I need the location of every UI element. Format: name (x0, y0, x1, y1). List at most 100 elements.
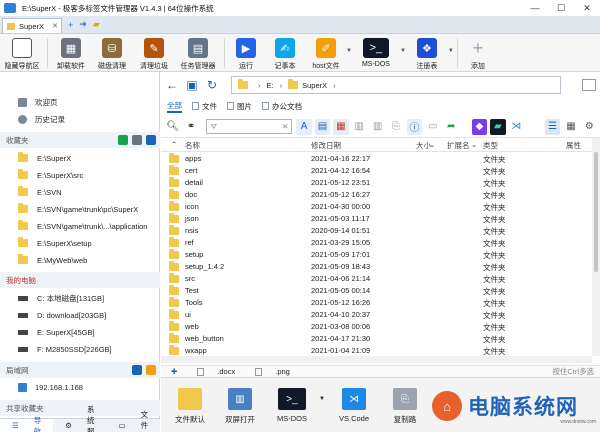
sort-date-icon[interactable]: ▤ (314, 118, 331, 135)
msdos-quick-button[interactable]: >_ MS-DOS (277, 388, 307, 423)
binoculars-icon[interactable]: ⚭ (183, 119, 198, 135)
clear-icon[interactable]: ✕ (282, 122, 288, 131)
filter-tab-images[interactable]: 图片 (227, 101, 252, 112)
properties-icon[interactable]: ⓘ (406, 118, 423, 135)
task-manager-button[interactable]: ▤ 任务管理器 (175, 34, 221, 72)
column-ext[interactable]: 扩展名 (447, 140, 470, 151)
tab-folders[interactable]: ▭文件夹 (106, 410, 160, 432)
sort-size-icon[interactable]: ▦ (333, 118, 349, 135)
chevron-down-icon[interactable]: ▼ (448, 48, 454, 54)
hide-nav-button[interactable]: 隐藏导航区 (0, 34, 44, 72)
table-row[interactable]: setup 2021-05-09 17:01 文件夹 (161, 249, 592, 261)
table-row[interactable]: ref 2021-03-29 15:05 文件夹 (161, 237, 592, 249)
add-lan-icon[interactable] (132, 365, 142, 375)
view-tile-icon[interactable]: ▥ (370, 119, 385, 135)
tab-folder-icon[interactable]: ▰ (93, 19, 100, 30)
filter-input[interactable]: ⛛ ✕ (205, 119, 293, 134)
favorite-item[interactable]: E:\MyWeb\web (0, 252, 160, 268)
search-icon[interactable]: 🔍︎ (165, 119, 180, 135)
column-name[interactable]: 名称 (185, 140, 200, 151)
tab-close-icon[interactable]: ✕ (52, 22, 58, 30)
table-row[interactable]: Test 2021-05-05 00:14 文件夹 (161, 285, 592, 297)
new-tab-icon[interactable]: + (68, 20, 73, 30)
nav-item-welcome[interactable]: 欢迎页 (0, 94, 160, 110)
sort-az-icon[interactable]: A (296, 118, 312, 135)
tab-navigation[interactable]: ☰ 导航 (0, 416, 54, 432)
column-modified[interactable]: 修改日期 (311, 140, 341, 151)
uninstall-button[interactable]: ▦ 卸载软件 (51, 34, 91, 72)
minimize-icon[interactable]: — (522, 0, 548, 16)
back-arrow-icon[interactable]: ← (163, 76, 181, 94)
column-type[interactable]: 类型 (483, 140, 498, 151)
filter-tab-files[interactable]: 文件 (192, 101, 217, 112)
table-row[interactable]: nsis 2020-09-14 01:51 文件夹 (161, 225, 592, 237)
list-view-icon[interactable] (146, 135, 156, 145)
nav-item-history[interactable]: 历史记录 (0, 111, 160, 127)
vscode-button[interactable]: ⋊ VS Code (339, 388, 369, 423)
maximize-icon[interactable]: ☐ (548, 0, 574, 16)
ext-filter-png[interactable]: .png (245, 367, 290, 376)
drive-switch-icon[interactable]: ▣ (183, 76, 201, 94)
thumbnail-view-icon[interactable]: ▦ (563, 119, 578, 135)
breadcrumb-drive[interactable]: E: (267, 81, 274, 90)
drive-item[interactable]: D: download[203GB] (0, 307, 160, 323)
horizontal-scrollbar[interactable] (161, 356, 592, 363)
vscode-icon[interactable]: ⋊ (509, 119, 524, 135)
vertical-scrollbar[interactable] (592, 138, 600, 356)
favorite-item[interactable]: E:\SuperX\setup (0, 235, 160, 251)
add-button[interactable]: + 添加 (461, 34, 495, 72)
default-folder-button[interactable]: 文件默认 (175, 388, 205, 425)
app-icon-dark[interactable]: ▰ (490, 118, 506, 135)
table-row[interactable]: doc 2021-05-12 16:27 文件夹 (161, 189, 592, 201)
favorite-item[interactable]: E:\SuperX (0, 150, 160, 166)
disk-cleanup-button[interactable]: ⛁ 磁盘清理 (91, 34, 133, 72)
favorite-item[interactable]: E:\SuperX\src (0, 167, 160, 183)
chevron-down-icon[interactable]: ⌄ (471, 140, 477, 149)
address-field[interactable]: › E: › SuperX › (231, 76, 561, 94)
tab-arrow-icon[interactable]: ➜ (79, 19, 87, 30)
details-view-icon[interactable]: ☰ (544, 118, 561, 135)
column-attr[interactable]: 属性 (566, 140, 581, 151)
pin-icon[interactable]: ✚ (171, 367, 177, 376)
copy-path-icon[interactable]: ⎘ (388, 119, 403, 135)
table-row[interactable]: web_button 2021-04-17 21:30 文件夹 (161, 333, 592, 345)
close-icon[interactable]: ✕ (574, 0, 600, 16)
favorite-item[interactable]: E:\SVN\game\trunk\pc\SuperX (0, 201, 160, 217)
host-file-button[interactable]: ✐ host文件 (306, 34, 346, 72)
tab-superx[interactable]: SuperX ✕ (2, 18, 62, 33)
notepad-button[interactable]: ✍ 记事本 (264, 34, 306, 72)
tab-system-services[interactable]: ⚙系统服务 (53, 405, 106, 432)
table-row[interactable]: detail 2021-05-12 23:51 文件夹 (161, 177, 592, 189)
edit-favorite-icon[interactable] (132, 135, 142, 145)
drive-item[interactable]: C: 本地磁盘[131GB] (0, 290, 160, 306)
favorite-item[interactable]: E:\SVN (0, 184, 160, 200)
copy-path-button[interactable]: ⎘ 复制路 (393, 388, 417, 425)
table-row[interactable]: setup_1.4.2 2021-05-09 18:43 文件夹 (161, 261, 592, 273)
table-row[interactable]: Tools 2021-05-12 16:26 文件夹 (161, 297, 592, 309)
lan-item[interactable]: 192.168.1.168 (0, 379, 160, 395)
drive-item[interactable]: E: SuperX[45GB] (0, 324, 160, 340)
share-icon[interactable]: ➦ (443, 119, 458, 135)
ext-filter-docx[interactable]: .docx (187, 367, 235, 376)
refresh-icon[interactable]: ↻ (203, 76, 221, 94)
table-row[interactable]: cert 2021-04-12 16:54 文件夹 (161, 165, 592, 177)
drive-item[interactable]: F: M2850SSD[226GB] (0, 341, 160, 357)
preview-icon[interactable]: ▭ (425, 119, 440, 135)
table-row[interactable]: icon 2021-04-30 00:00 文件夹 (161, 201, 592, 213)
chevron-down-icon[interactable]: ⌄ (429, 140, 435, 149)
breadcrumb-folder[interactable]: SuperX (302, 81, 327, 90)
filter-tab-office[interactable]: 办公文档 (262, 101, 302, 112)
clean-junk-button[interactable]: ✎ 清理垃圾 (133, 34, 175, 72)
chevron-down-icon[interactable]: ▼ (319, 396, 325, 402)
dual-pane-button[interactable]: ▥ 双屏打开 (225, 388, 255, 425)
run-button[interactable]: ▶ 运行 (228, 34, 264, 72)
favorite-item[interactable]: E:\SVN\game\trunk\...\application (0, 218, 160, 234)
lan-settings-icon[interactable] (146, 365, 156, 375)
registry-button[interactable]: ❖ 注册表 (406, 34, 448, 72)
gear-icon[interactable]: ⚙ (582, 119, 597, 135)
app-icon-purple[interactable]: ◆ (471, 118, 488, 135)
msdos-button[interactable]: >_ MS-DOS (352, 34, 400, 72)
address-options-icon[interactable] (582, 79, 596, 91)
table-row[interactable]: src 2021-04-06 21:14 文件夹 (161, 273, 592, 285)
filter-tab-all[interactable]: 全部 (167, 100, 182, 113)
